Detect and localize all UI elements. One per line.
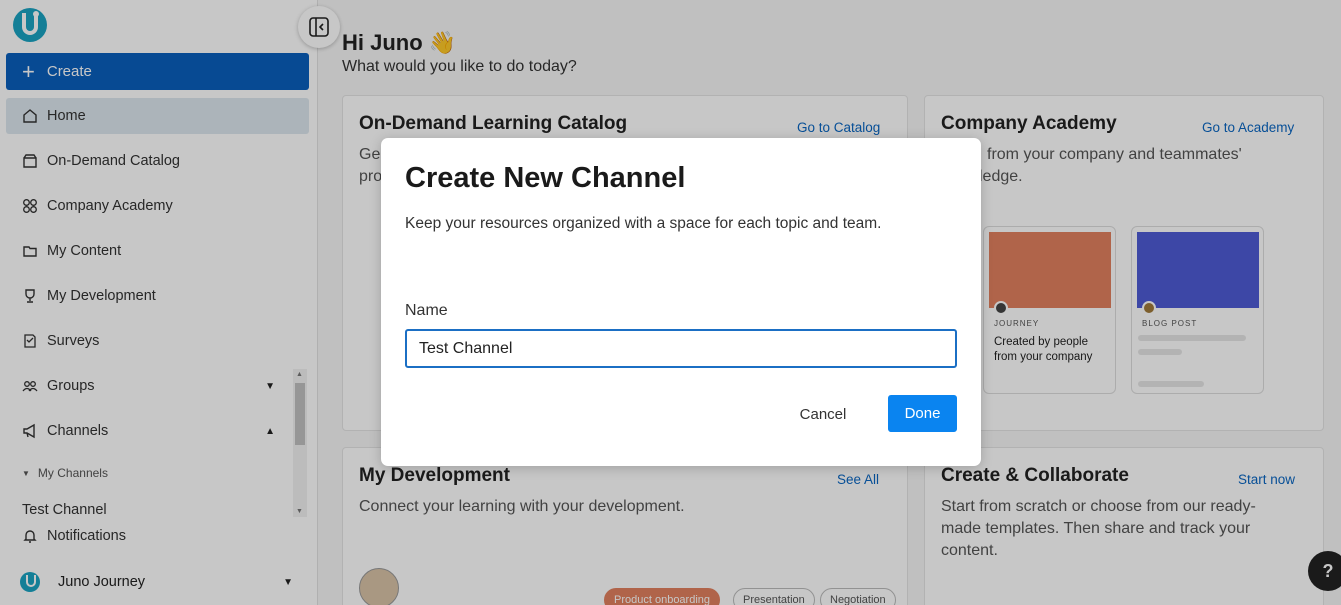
cancel-button[interactable]: Cancel xyxy=(787,396,859,432)
dialog-description: Keep your resources organized with a spa… xyxy=(405,215,882,232)
create-channel-dialog: Create New Channel Keep your resources o… xyxy=(381,138,981,466)
name-label: Name xyxy=(405,302,448,319)
dialog-title: Create New Channel xyxy=(405,162,686,194)
done-button[interactable]: Done xyxy=(888,395,957,432)
channel-name-input[interactable] xyxy=(405,329,957,368)
